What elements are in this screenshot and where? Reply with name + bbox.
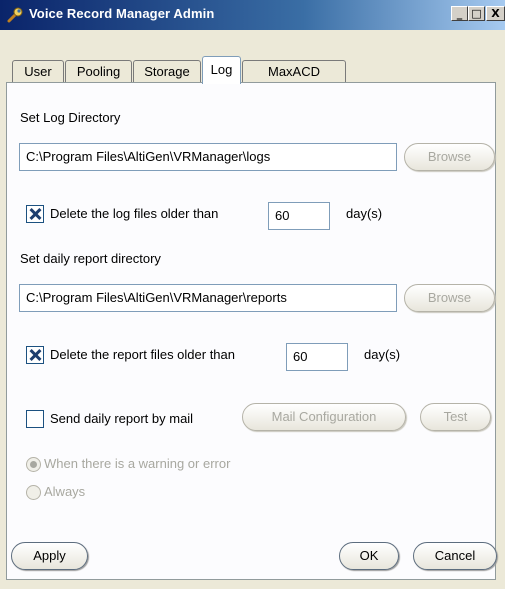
log-days-input[interactable]: 60 <box>268 202 330 230</box>
delete-report-label: Delete the report files older than <box>50 347 235 362</box>
title-bar[interactable]: Voice Record Manager Admin _ □ X <box>0 0 505 30</box>
always-radio[interactable] <box>26 485 41 500</box>
report-browse-button[interactable]: Browse <box>404 284 495 312</box>
tab-pooling[interactable]: Pooling <box>65 60 132 82</box>
report-directory-input[interactable]: C:\Program Files\AltiGen\VRManager\repor… <box>19 284 397 312</box>
report-directory-label: Set daily report directory <box>20 251 161 266</box>
log-directory-input[interactable]: C:\Program Files\AltiGen\VRManager\logs <box>19 143 397 171</box>
warning-radio[interactable] <box>26 457 41 472</box>
send-mail-label: Send daily report by mail <box>50 411 194 426</box>
window-title: Voice Record Manager Admin <box>29 6 215 21</box>
admin-window: Voice Record Manager Admin _ □ X User Po… <box>0 0 505 589</box>
delete-log-label: Delete the log files older than <box>50 206 219 221</box>
report-days-input[interactable]: 60 <box>286 343 348 371</box>
close-button[interactable]: X <box>486 6 505 21</box>
tab-maxacd[interactable]: MaxACD <box>242 60 346 82</box>
delete-log-checkbox[interactable] <box>26 205 44 223</box>
mail-configuration-button[interactable]: Mail Configuration <box>242 403 406 431</box>
log-days-unit: day(s) <box>346 206 383 221</box>
cancel-button[interactable]: Cancel <box>413 542 497 570</box>
ok-button[interactable]: OK <box>339 542 399 570</box>
log-browse-button[interactable]: Browse <box>404 143 495 171</box>
minimize-button[interactable]: _ <box>451 6 468 21</box>
delete-report-checkbox[interactable] <box>26 346 44 364</box>
tab-log[interactable]: Log <box>202 56 241 84</box>
test-button[interactable]: Test <box>420 403 491 431</box>
maximize-button[interactable]: □ <box>468 6 485 21</box>
wrench-icon <box>7 7 23 23</box>
apply-button[interactable]: Apply <box>11 542 88 570</box>
warning-radio-label: When there is a warning or error <box>44 456 231 471</box>
report-days-unit: day(s) <box>364 347 401 362</box>
send-mail-checkbox[interactable] <box>26 410 44 428</box>
tab-storage[interactable]: Storage <box>133 60 201 82</box>
tab-user[interactable]: User <box>12 60 64 82</box>
always-radio-label: Always <box>44 484 86 499</box>
log-directory-label: Set Log Directory <box>20 110 121 125</box>
